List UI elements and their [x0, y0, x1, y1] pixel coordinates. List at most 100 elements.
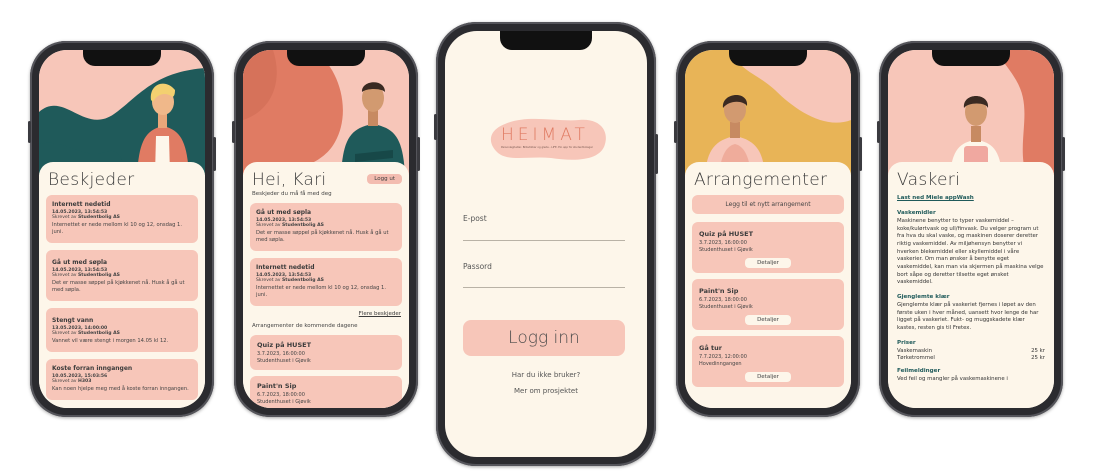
- events-heading: Arrangementer de kommende dagene: [252, 323, 358, 330]
- message-card[interactable]: Gå ut med søpla 14.05.2023, 13:54:53 Skr…: [46, 250, 198, 302]
- message-author: Skrevet av Studentbolig AS: [256, 223, 324, 228]
- phone-login: HEIMAT Personlegheiter. Bilbutikkar og g…: [434, 22, 658, 466]
- page-title: Arrangementer: [694, 170, 828, 190]
- message-card[interactable]: Internett nedetid 14.05.2023, 13:54:53 S…: [46, 195, 198, 244]
- price-row: Tørketrommel 25 kr: [897, 355, 1045, 361]
- greeting: Hei, Kari: [252, 170, 327, 190]
- event-card[interactable]: Quiz på HUSET 3.7.2023, 16:00:00 Student…: [250, 335, 402, 371]
- message-author: Skrevet av Studentbolig AS: [52, 331, 120, 337]
- logo-tagline: Personlegheiter. Bilbutikkar og glede - …: [501, 146, 593, 149]
- details-button[interactable]: Detaljer: [745, 258, 791, 268]
- faults-heading: Feilmeldinger: [897, 367, 941, 374]
- power-button: [1062, 137, 1065, 171]
- more-messages-link[interactable]: Flere beskjeder: [250, 311, 401, 317]
- notch: [932, 50, 1010, 66]
- event-card[interactable]: Paint'n Sip 6.7.2023, 18:00:00 Studenthu…: [250, 376, 402, 408]
- event-title: Paint'n Sip: [699, 287, 739, 295]
- event-title: Paint'n Sip: [257, 382, 297, 391]
- price-value: 25 kr: [1031, 347, 1045, 354]
- laundry-sheet: Vaskeri Last ned Miele appWash Vaskemidl…: [888, 162, 1054, 408]
- phone-messages: Beskjeder Internett nedetid 14.05.2023, …: [28, 41, 216, 417]
- message-text: Vannet vil være stengt i morgen 14.05 kl…: [52, 338, 169, 345]
- screen-home: Hei, Kari Logg ut Beskjeder du må få med…: [243, 50, 409, 408]
- event-place: Hovedinngangen: [699, 361, 742, 367]
- price-value: 25 kr: [1031, 354, 1045, 361]
- email-field[interactable]: [463, 240, 625, 241]
- home-subtitle: Beskjeder du må få med deg: [252, 191, 332, 197]
- appwash-link[interactable]: Last ned Miele appWash: [897, 195, 1045, 201]
- login-button[interactable]: Logg inn: [463, 320, 625, 356]
- home-header: Hei, Kari Logg ut: [250, 168, 402, 190]
- home-sheet: Hei, Kari Logg ut Beskjeder du må få med…: [243, 162, 409, 408]
- message-card[interactable]: Koste forran inngangen 10.05.2023, 15:03…: [46, 359, 198, 401]
- message-text: Kan noen hjelpe meg med å koste forran i…: [52, 386, 189, 393]
- logo-text: HEIMAT: [501, 125, 589, 145]
- message-title: Internett nedetid: [52, 201, 111, 208]
- event-card[interactable]: Paint'n Sip 6.7.2023, 18:00:00 Studenthu…: [692, 279, 844, 330]
- register-link[interactable]: Har du ikke bruker?: [445, 371, 647, 379]
- volume-button: [674, 121, 677, 143]
- add-event-button[interactable]: Legg til et nytt arrangement: [692, 195, 844, 214]
- event-date: 6.7.2023, 18:00:00: [699, 297, 747, 303]
- message-text: Det er masse søppel på kjøkkenet nå. Hus…: [52, 280, 185, 294]
- event-place: Studenthuset i Gjøvik: [699, 247, 753, 253]
- password-field[interactable]: [463, 287, 625, 288]
- details-button[interactable]: Detaljer: [745, 315, 791, 325]
- event-title: Quiz på HUSET: [257, 341, 312, 350]
- notch: [287, 50, 365, 66]
- price-label: Vaskemaskin: [897, 347, 933, 354]
- section-heading: Gjenglemte klær: [897, 294, 950, 301]
- prices-heading: Priser: [897, 339, 916, 346]
- section-heading: Vaskemidler: [897, 210, 936, 216]
- message-text: Det er masse søppel på kjøkkenet nå. Hus…: [256, 230, 389, 244]
- section-text: Gjenglemte klær på vaskeriet fjernes i l…: [897, 302, 1039, 332]
- logout-button[interactable]: Logg ut: [367, 174, 402, 184]
- screen-laundry: Vaskeri Last ned Miele appWash Vaskemidl…: [888, 50, 1054, 408]
- hero-illustration: [39, 50, 205, 175]
- price-label: Tørketrommel: [897, 354, 935, 361]
- power-button: [213, 137, 216, 171]
- hero-illustration: [888, 50, 1054, 175]
- hero-illustration: [243, 50, 409, 175]
- message-title: Stengt vann: [52, 317, 94, 325]
- power-button: [655, 134, 658, 174]
- about-link[interactable]: Mer om prosjektet: [445, 387, 647, 395]
- price-row: Vaskemaskin 25 kr: [897, 348, 1045, 354]
- volume-button: [877, 121, 880, 143]
- volume-button: [28, 121, 31, 143]
- message-title: Gå ut med søpla: [52, 259, 108, 267]
- event-card[interactable]: Gå tur 7.7.2023, 12:00:00 Hovedinngangen…: [692, 336, 844, 387]
- message-title: Gå ut med søpla: [256, 209, 312, 216]
- phone-events: Arrangementer Legg til et nytt arrangeme…: [674, 41, 862, 417]
- notch: [83, 50, 161, 66]
- event-date: 6.7.2023, 18:00:00: [257, 392, 305, 399]
- messages-sheet: Beskjeder Internett nedetid 14.05.2023, …: [39, 162, 205, 408]
- volume-button: [434, 114, 437, 140]
- power-button: [417, 137, 420, 171]
- page-title: Vaskeri: [897, 170, 961, 190]
- message-text: Internettet er nede mellom kl 10 og 12, …: [256, 285, 386, 299]
- event-place: Studenthuset i Gjøvik: [257, 358, 311, 365]
- section-text: Maskinene benytter to typer vaskemiddel …: [897, 218, 1044, 286]
- message-title: Koste forran inngangen: [52, 365, 133, 373]
- heimat-logo: HEIMAT Personlegheiter. Bilbutikkar og g…: [487, 116, 612, 164]
- event-date: 3.7.2023, 16:00:00: [699, 240, 747, 246]
- email-label: E-post: [463, 214, 487, 223]
- message-author: Skrevet av H303: [52, 379, 92, 385]
- notch: [500, 31, 592, 50]
- password-label: Passord: [463, 262, 492, 271]
- power-button: [859, 137, 862, 171]
- screen-messages: Beskjeder Internett nedetid 14.05.2023, …: [39, 50, 205, 408]
- message-card[interactable]: Gå ut med søpla 14.05.2023, 13:54:53 Skr…: [250, 203, 402, 252]
- event-card[interactable]: Quiz på HUSET 3.7.2023, 16:00:00 Student…: [692, 222, 844, 273]
- page-title: Beskjeder: [48, 170, 135, 190]
- message-card[interactable]: Internett nedetid 14.05.2023, 13:54:53 S…: [250, 258, 402, 307]
- details-button[interactable]: Detaljer: [745, 372, 791, 382]
- screen-login: HEIMAT Personlegheiter. Bilbutikkar og g…: [445, 31, 647, 457]
- volume-button: [232, 121, 235, 143]
- phone-laundry: Vaskeri Last ned Miele appWash Vaskemidl…: [877, 41, 1065, 417]
- faults-text: Ved feil og mangler på vaskemaskinene i: [897, 375, 1008, 382]
- message-card[interactable]: Stengt vann 13.05.2023, 14:00:00 Skrevet…: [46, 308, 198, 353]
- event-title: Quiz på HUSET: [699, 230, 754, 238]
- event-place: Studenthuset i Gjøvik: [699, 304, 753, 310]
